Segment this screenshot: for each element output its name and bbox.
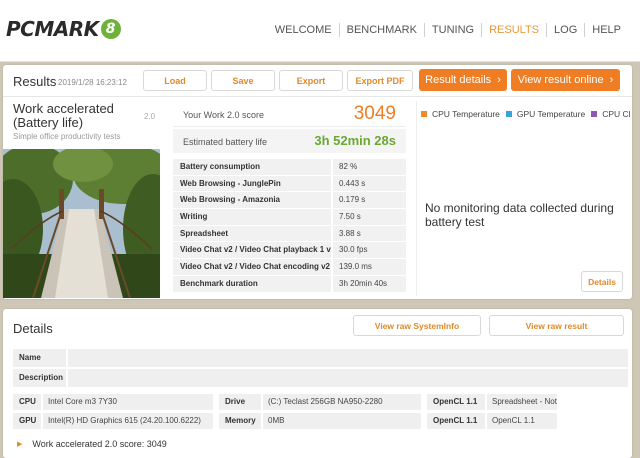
name-value (68, 349, 628, 367)
test-name: Work accelerated (Battery life) (13, 101, 114, 130)
subscore-name: Web Browsing - Amazonia (173, 192, 331, 209)
subscore-table: Battery consumption 82 % Web Browsing - … (173, 159, 406, 293)
table-row: Web Browsing - Amazonia 0.179 s (173, 192, 406, 210)
subscore-name: Spreadsheet (173, 225, 331, 242)
subscore-name: Battery consumption (173, 159, 331, 175)
table-row: Writing 7.50 s (173, 209, 406, 226)
cpu-label: CPU (13, 394, 41, 410)
view-online-label: View result online (517, 74, 604, 86)
logo-badge: 8 (100, 19, 121, 39)
export-button[interactable]: Export (279, 70, 343, 91)
top-bar: PCMARK 8 WELCOME BENCHMARK TUNING RESULT… (0, 0, 640, 62)
logo-text: PCMARK (6, 17, 99, 41)
subscore-name: Web Browsing - JunglePin (173, 175, 331, 192)
subscore-value: 82 % (333, 159, 406, 175)
legend-label: CPU Temperature (432, 109, 500, 119)
battery-life-value: 3h 52min 28s (314, 133, 396, 148)
nav-tuning[interactable]: TUNING (423, 23, 481, 37)
result-details-button[interactable]: Result details › (419, 69, 507, 91)
legend-label: CPU Clc (602, 109, 631, 119)
nav-help[interactable]: HELP (584, 23, 628, 37)
description-row: Description (13, 369, 628, 387)
view-raw-result-button[interactable]: View raw result (489, 315, 624, 336)
name-label: Name (13, 349, 66, 367)
memory-label: Memory (219, 413, 261, 429)
test-thumbnail-image (3, 149, 160, 298)
opencl-label: OpenCL 1.1 (427, 413, 485, 429)
subscore-name: Writing (173, 209, 331, 225)
result-details-label: Result details (425, 74, 492, 86)
results-title: Results (13, 74, 57, 89)
opencl-value: OpenCL 1.1 (487, 413, 557, 429)
results-header: Results 2019/1/28 16:23:12 Load Save Exp… (3, 65, 632, 97)
gpu-label: GPU (13, 413, 41, 429)
nav-welcome[interactable]: WELCOME (268, 23, 339, 37)
export-pdf-button[interactable]: Export PDF (347, 70, 413, 91)
table-row: Video Chat v2 / Video Chat encoding v2 1… (173, 259, 406, 276)
results-panel: Results 2019/1/28 16:23:12 Load Save Exp… (3, 65, 632, 299)
subscore-name: Video Chat v2 / Video Chat playback 1 v (173, 242, 331, 259)
subscore-value: 3.88 s (333, 225, 406, 242)
subscore-name: Benchmark duration (173, 275, 331, 292)
subscore-value: 30.0 fps (333, 242, 406, 259)
results-date: 2019/1/28 16:23:12 (58, 78, 127, 87)
nav-results[interactable]: RESULTS (481, 23, 546, 37)
description-label: Description (13, 369, 66, 387)
legend-swatch (421, 111, 427, 117)
cpu-value: Intel Core m3 7Y30 (43, 394, 213, 410)
nav-benchmark[interactable]: BENCHMARK (338, 23, 424, 37)
legend-item[interactable]: CPU Temperature (421, 109, 500, 119)
save-button[interactable]: Save (211, 70, 275, 91)
expand-arrow-icon[interactable]: ▶ (17, 440, 22, 448)
legend-item[interactable]: GPU Temperature (505, 109, 586, 119)
details-title: Details (13, 321, 53, 336)
pcmark-logo: PCMARK 8 (6, 17, 121, 41)
opencl-value: Spreadsheet - Not in use (487, 394, 557, 410)
subscore-value: 0.443 s (333, 175, 406, 192)
details-panel: Details View raw SystemInfo View raw res… (3, 309, 632, 458)
main-nav: WELCOME BENCHMARK TUNING RESULTS LOG HEL… (268, 23, 628, 37)
score-summary-row[interactable]: ▶ Work accelerated 2.0 score: 3049 (13, 439, 167, 449)
description-value (68, 369, 628, 387)
test-version: 2.0 (144, 112, 156, 121)
subscore-value: 3h 20min 40s (333, 275, 406, 292)
table-row: Spreadsheet 3.88 s (173, 225, 406, 243)
battery-life-label: Estimated battery life (183, 137, 268, 147)
opencl-label: OpenCL 1.1 (427, 394, 485, 410)
table-row: Web Browsing - JunglePin 0.443 s (173, 175, 406, 193)
monitoring-details-button[interactable]: Details (581, 271, 623, 292)
memory-value: 0MB (263, 413, 421, 429)
drive-label: Drive (219, 394, 261, 410)
chevron-right-icon: › (609, 74, 614, 86)
table-row: Battery consumption 82 % (173, 159, 406, 176)
score-label: Your Work 2.0 score (183, 110, 265, 120)
monitoring-panel: CPU Temperature GPU Temperature CPU Clc … (416, 101, 631, 296)
score-box: Your Work 2.0 score 3049 (173, 101, 406, 127)
legend-label: GPU Temperature (516, 109, 586, 119)
subscore-name: Video Chat v2 / Video Chat encoding v2 (173, 259, 331, 275)
score-value: 3049 (353, 103, 396, 124)
battery-life-box: Estimated battery life 3h 52min 28s (173, 129, 406, 153)
load-button[interactable]: Load (143, 70, 207, 91)
drive-value: (C:) Teclast 256GB NA950-2280 (263, 394, 421, 410)
nav-log[interactable]: LOG (546, 23, 584, 37)
view-raw-systeminfo-button[interactable]: View raw SystemInfo (353, 315, 481, 336)
subscore-value: 0.179 s (333, 192, 406, 209)
monitoring-legend: CPU Temperature GPU Temperature CPU Clc (421, 109, 631, 119)
chevron-right-icon: › (497, 74, 501, 86)
subscore-value: 139.0 ms (333, 259, 406, 275)
table-row: Benchmark duration 3h 20min 40s (173, 275, 406, 293)
legend-swatch (505, 111, 512, 117)
subscore-value: 7.50 s (333, 209, 406, 225)
table-row: Video Chat v2 / Video Chat playback 1 v … (173, 242, 406, 260)
score-summary-text: Work accelerated 2.0 score: 3049 (32, 439, 167, 449)
test-subtitle: Simple office productivity tests (13, 132, 121, 141)
legend-item[interactable]: CPU Clc (591, 109, 631, 119)
legend-swatch (591, 111, 598, 117)
no-monitoring-data-message: No monitoring data collected during batt… (425, 201, 614, 229)
view-result-online-button[interactable]: View result online › (511, 69, 620, 91)
name-row: Name (13, 349, 628, 367)
gpu-value: Intel(R) HD Graphics 615 (24.20.100.6222… (43, 413, 213, 429)
